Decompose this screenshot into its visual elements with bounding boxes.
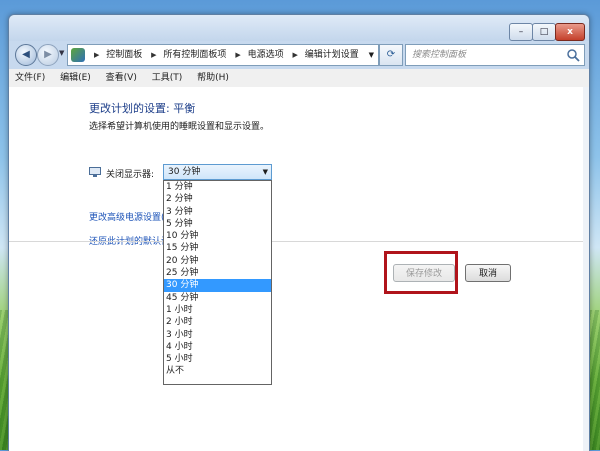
chevron-right-icon[interactable]: ▶ [151, 51, 156, 59]
window-right-edge [583, 87, 589, 451]
dropdown-option[interactable]: 15 分钟 [164, 242, 271, 254]
menu-view[interactable]: 查看(V) [100, 69, 143, 87]
highlight-box [384, 251, 458, 294]
menu-file[interactable]: 文件(F) [9, 69, 51, 87]
breadcrumb-item[interactable]: 所有控制面板项 [163, 50, 226, 60]
dropdown-option[interactable]: 5 小时 [164, 353, 271, 365]
chevron-right-icon[interactable]: ▶ [235, 51, 240, 59]
address-dropdown-chevron-down-icon[interactable]: ▼ [369, 45, 374, 65]
main-content: 更改计划的设置: 平衡 选择希望计算机使用的睡眠设置和显示设置。 关闭显示器: … [9, 87, 589, 451]
page-title: 更改计划的设置: 平衡 [89, 102, 196, 115]
advanced-power-settings-link[interactable]: 更改高级电源设置(C [89, 210, 171, 223]
dropdown-option[interactable]: 30 分钟 [164, 279, 271, 292]
breadcrumb-item[interactable]: 编辑计划设置 [305, 50, 359, 60]
menu-help[interactable]: 帮助(H) [191, 69, 235, 87]
dropdown-option[interactable]: 2 小时 [164, 316, 271, 328]
display-timeout-dropdown-list[interactable]: 1 分钟 2 分钟 3 分钟 5 分钟 10 分钟 15 分钟 20 分钟 25… [163, 180, 272, 385]
back-button[interactable]: ◀ [15, 44, 37, 66]
search-input[interactable]: 搜索控制面板 [405, 44, 585, 66]
breadcrumb-item[interactable]: 控制面板 [106, 50, 142, 60]
dropdown-option[interactable]: 5 分钟 [164, 218, 271, 230]
dropdown-option[interactable]: 1 分钟 [164, 181, 271, 193]
navigation-bar: ◀ ▶ ▼ ▶ 控制面板 ▶ 所有控制面板项 ▶ 电源选项 ▶ 编辑计划设置 ▼… [9, 41, 589, 67]
control-panel-icon [71, 48, 85, 62]
menu-bar: 文件(F) 编辑(E) 查看(V) 工具(T) 帮助(H) [9, 69, 589, 88]
dropdown-option[interactable]: 3 分钟 [164, 206, 271, 218]
menu-edit[interactable]: 编辑(E) [54, 69, 97, 87]
dropdown-option[interactable]: 3 小时 [164, 329, 271, 341]
close-button[interactable]: x [555, 23, 585, 41]
minimize-button[interactable]: – [509, 23, 533, 41]
refresh-button[interactable]: ⟳ [379, 44, 403, 66]
cancel-button[interactable]: 取消 [465, 264, 511, 282]
turn-off-display-label: 关闭显示器: [106, 170, 155, 180]
select-value: 30 分钟 [168, 167, 201, 177]
chevron-right-icon[interactable]: ▶ [292, 51, 297, 59]
maximize-button[interactable]: □ [532, 23, 556, 41]
dropdown-option[interactable]: 2 分钟 [164, 193, 271, 205]
refresh-icon: ⟳ [386, 49, 396, 60]
menu-tools[interactable]: 工具(T) [146, 69, 189, 87]
chevron-down-icon: ▼ [262, 168, 268, 176]
dropdown-option[interactable]: 45 分钟 [164, 292, 271, 304]
title-bar: – □ x [9, 15, 589, 41]
dropdown-option[interactable]: 1 小时 [164, 304, 271, 316]
monitor-icon [89, 167, 101, 177]
breadcrumb: ▶ 控制面板 ▶ 所有控制面板项 ▶ 电源选项 ▶ 编辑计划设置 [90, 45, 361, 65]
dropdown-option[interactable]: 4 小时 [164, 341, 271, 353]
page-description: 选择希望计算机使用的睡眠设置和显示设置。 [89, 122, 270, 132]
dropdown-option[interactable]: 从不 [164, 365, 271, 377]
address-bar[interactable]: ▶ 控制面板 ▶ 所有控制面板项 ▶ 电源选项 ▶ 编辑计划设置 ▼ [67, 44, 379, 66]
breadcrumb-item[interactable]: 电源选项 [248, 50, 284, 60]
search-icon[interactable] [566, 48, 580, 62]
dropdown-option[interactable]: 20 分钟 [164, 255, 271, 267]
turn-off-display-select[interactable]: 30 分钟 ▼ [163, 164, 272, 180]
dropdown-option[interactable]: 10 分钟 [164, 230, 271, 242]
search-placeholder: 搜索控制面板 [412, 50, 467, 60]
divider [9, 241, 589, 242]
dropdown-option[interactable]: 25 分钟 [164, 267, 271, 279]
recent-pages-chevron-down-icon[interactable]: ▼ [59, 49, 64, 57]
forward-button[interactable]: ▶ [37, 44, 59, 66]
control-panel-window: – □ x ◀ ▶ ▼ ▶ 控制面板 ▶ 所有控制面板项 ▶ 电源选项 ▶ 编辑… [8, 14, 590, 451]
chevron-right-icon[interactable]: ▶ [94, 51, 99, 59]
